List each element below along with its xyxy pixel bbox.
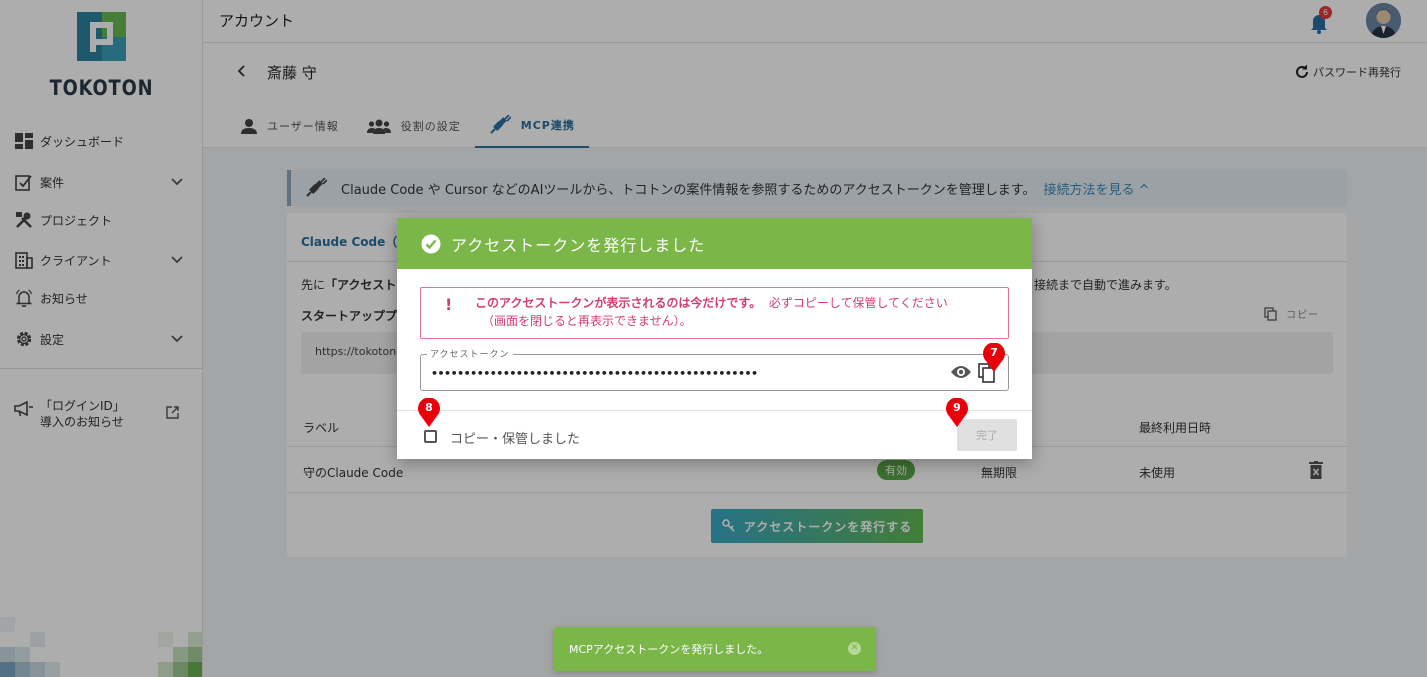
success-toast: MCPアクセストークンを発行しました。 ✕: [554, 627, 875, 671]
marker-number: 9: [953, 401, 961, 414]
step-marker-9: 9: [945, 397, 969, 428]
dialog-title: アクセストークンを発行しました: [451, 235, 706, 255]
close-icon[interactable]: ✕: [848, 642, 861, 655]
warning-rest: 必ずコピーして保管してください: [768, 296, 948, 310]
access-token-value: ••••••••••••••••••••••••••••••••••••••••…: [431, 367, 758, 380]
exclamation-icon: !: [445, 295, 453, 314]
dialog-header: アクセストークンを発行しました: [397, 218, 1032, 269]
access-token-field[interactable]: アクセストークン •••••••••••••••••••••••••••••••…: [420, 347, 1009, 391]
token-issued-dialog: アクセストークンを発行しました ! このアクセストークンが表示されるのは今だけで…: [397, 218, 1032, 459]
access-token-label: アクセストークン: [427, 347, 513, 360]
check-circle-icon: [421, 234, 441, 254]
dialog-divider: [397, 410, 1032, 411]
copied-checkbox[interactable]: [424, 430, 437, 443]
marker-number: 7: [990, 346, 998, 359]
eye-icon[interactable]: [950, 364, 972, 384]
step-marker-8: 8: [417, 397, 441, 428]
warning-box: ! このアクセストークンが表示されるのは今だけです。 必ずコピーして保管してくだ…: [420, 287, 1009, 339]
copied-checkbox-label[interactable]: コピー・保管しました: [450, 428, 580, 447]
marker-number: 8: [425, 401, 433, 414]
warning-line2: （画面を閉じると再表示できません）。: [482, 314, 692, 328]
warning-bold: このアクセストークンが表示されるのは今だけです。: [475, 296, 762, 310]
warning-line1: このアクセストークンが表示されるのは今だけです。 必ずコピーして保管してください: [475, 295, 948, 312]
toast-text: MCPアクセストークンを発行しました。: [569, 643, 769, 656]
step-marker-7: 7: [982, 342, 1006, 373]
